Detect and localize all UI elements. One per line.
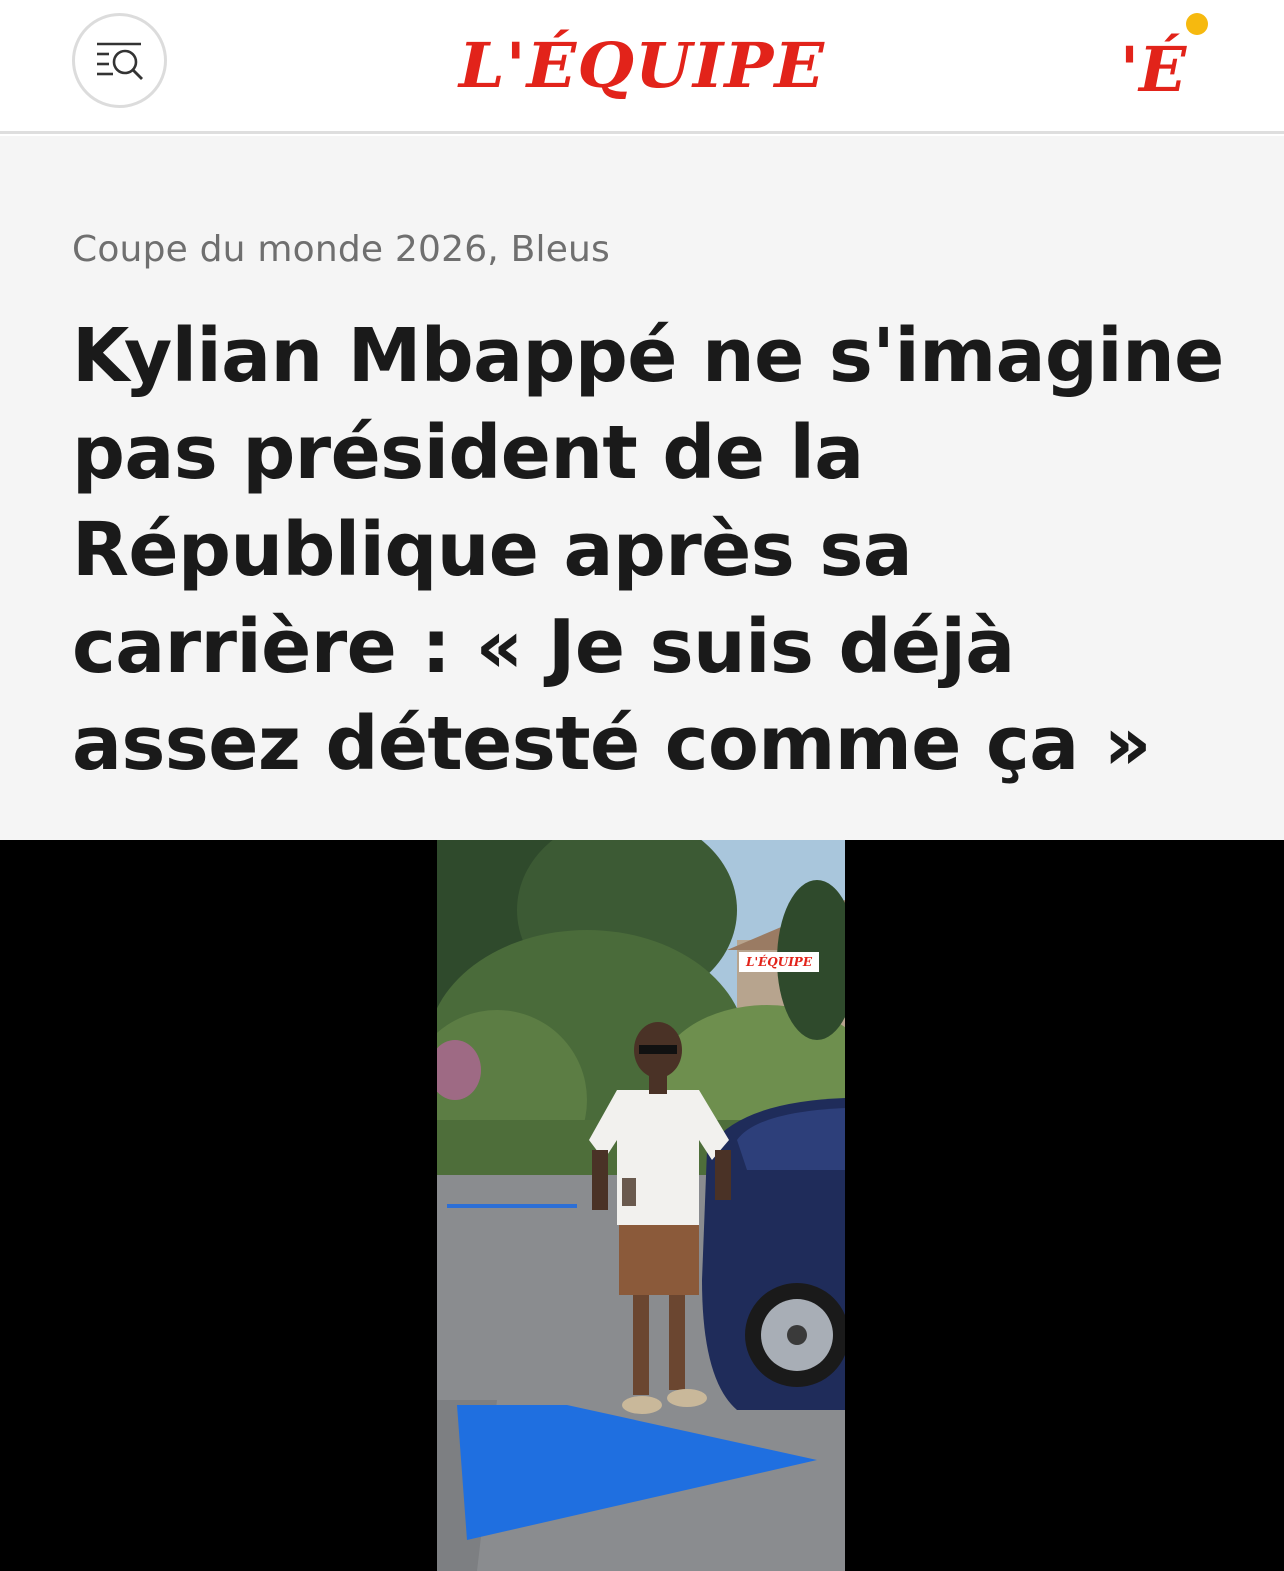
video-thumbnail: L'ÉQUIPE [437, 840, 845, 1571]
article-header: Coupe du monde 2026, Bleus Kylian Mbappé… [0, 136, 1284, 840]
article-headline: Kylian Mbappé ne s'imagine pas président… [72, 313, 1224, 787]
lequipe-logo[interactable]: L'ÉQUIPE [430, 28, 854, 104]
lequipe-app-icon: 'É [1120, 33, 1187, 106]
menu-search-button[interactable] [72, 13, 167, 108]
notification-dot [1186, 13, 1208, 35]
top-header: L'ÉQUIPE 'É [0, 0, 1284, 134]
breadcrumb[interactable]: Coupe du monde 2026, Bleus [72, 228, 610, 272]
video-player[interactable]: L'ÉQUIPE [0, 840, 1284, 1571]
video-watermark: L'ÉQUIPE [739, 952, 819, 972]
lequipe-app-button[interactable]: 'É [1112, 13, 1212, 115]
